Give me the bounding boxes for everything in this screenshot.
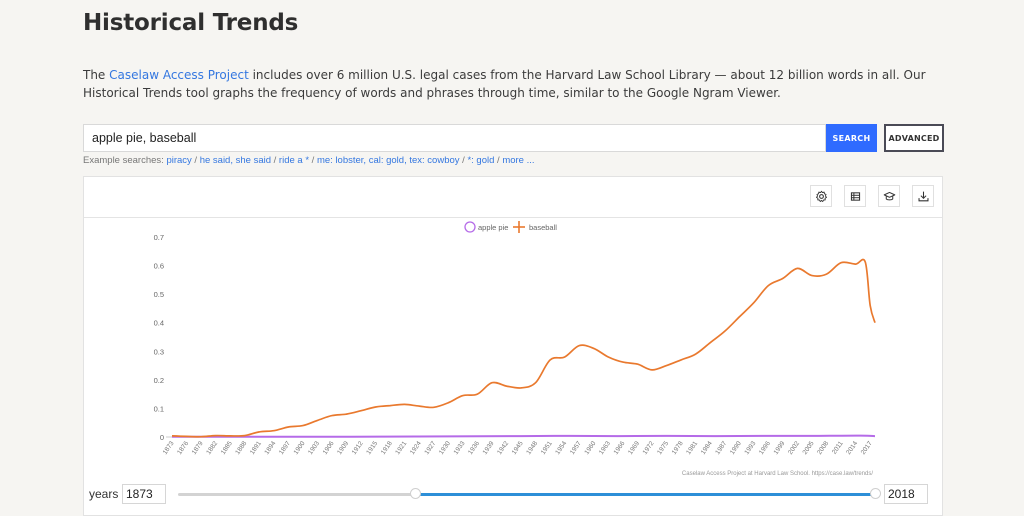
y-tick-label: 0.7 [154, 233, 164, 242]
x-tick-label: 1924 [409, 440, 423, 456]
x-tick-label: 1996 [758, 440, 772, 456]
year-slider-selected-range [414, 493, 875, 496]
y-axis: 0 0.1 0.2 0.3 0.4 0.5 0.6 0.7 [154, 233, 172, 442]
y-tick-label: 0.1 [154, 404, 164, 413]
x-tick-label: 1981 [685, 440, 699, 456]
x-tick-label: 1891 [249, 440, 263, 456]
x-tick-label: 1978 [671, 440, 685, 456]
x-tick-label: 1933 [453, 440, 467, 456]
y-tick-label: 0.2 [154, 376, 164, 385]
legend-apple-pie-label[interactable]: apple pie [478, 223, 508, 232]
y-tick-label: 0.3 [154, 347, 164, 356]
x-tick-label: 2014 [845, 440, 859, 456]
y-tick-label: 0 [160, 433, 164, 442]
x-tick-label: 1942 [496, 440, 510, 456]
x-tick-label: 1966 [612, 440, 626, 456]
x-tick-label: 1963 [598, 440, 612, 456]
x-tick-label: 1906 [322, 440, 336, 456]
x-tick-label: 1975 [656, 440, 670, 456]
x-tick-label: 1876 [176, 440, 190, 456]
chart-credit: Caselaw Access Project at Harvard Law Sc… [682, 471, 873, 477]
legend-baseball-label[interactable]: baseball [529, 223, 557, 232]
x-tick-label: 1969 [627, 440, 641, 456]
x-tick-label: 2002 [787, 440, 801, 456]
trend-chart: apple pie baseball 0 0.1 0.2 0.3 0.4 0.5 0.6 0.… [154, 221, 876, 477]
x-tick-label: 1912 [351, 440, 365, 456]
x-tick-label: 1888 [234, 440, 248, 456]
x-tick-label: 1882 [205, 440, 219, 456]
x-tick-label: 1993 [743, 440, 757, 456]
x-tick-label: 1915 [365, 440, 379, 456]
x-tick-label: 1873 [162, 440, 176, 456]
x-tick-label: 1930 [438, 440, 452, 456]
x-tick-label: 1918 [380, 440, 394, 456]
x-tick-label: 1951 [540, 440, 554, 456]
x-tick-label: 1987 [714, 440, 728, 456]
x-tick-label: 1879 [191, 440, 205, 456]
year-slider-end-handle[interactable] [870, 488, 881, 499]
legend-apple-pie-marker [464, 221, 476, 233]
x-tick-label: 1954 [554, 440, 568, 456]
years-label: years [89, 487, 119, 501]
series-line-apple-pie[interactable] [171, 434, 876, 438]
chart-legend: apple pie baseball [464, 221, 557, 233]
x-tick-label: 1945 [511, 440, 525, 456]
x-tick-label: 1921 [394, 440, 408, 456]
x-tick-label: 1957 [569, 440, 583, 456]
x-tick-label: 1984 [700, 440, 714, 456]
x-tick-label: 1885 [220, 440, 234, 456]
x-tick-label: 1972 [642, 440, 656, 456]
x-tick-label: 1894 [263, 440, 277, 456]
start-year-input[interactable] [122, 484, 166, 504]
x-tick-label: 1897 [278, 440, 292, 456]
x-tick-label: 1903 [307, 440, 321, 456]
y-tick-label: 0.4 [154, 319, 164, 328]
y-tick-label: 0.6 [154, 262, 164, 271]
x-tick-label: 2011 [831, 440, 845, 456]
x-tick-label: 1999 [772, 440, 786, 456]
x-tick-label: 2017 [860, 440, 874, 456]
end-year-input[interactable] [884, 484, 928, 504]
x-tick-label: 1939 [482, 440, 496, 456]
series-line-baseball[interactable] [171, 258, 876, 438]
x-tick-label: 1909 [336, 440, 350, 456]
x-tick-label: 2005 [802, 440, 816, 456]
x-axis: 1873 1876 1879 1882 1885 1888 1891 1894 1897 1900… [162, 440, 874, 456]
x-tick-label: 1960 [583, 440, 597, 456]
y-tick-label: 0.5 [154, 290, 164, 299]
x-tick-label: 1936 [467, 440, 481, 456]
x-tick-label: 1990 [729, 440, 743, 456]
x-tick-label: 1927 [423, 440, 437, 456]
x-tick-label: 1948 [525, 440, 539, 456]
x-tick-label: 1900 [293, 440, 307, 456]
year-slider-start-handle[interactable] [409, 488, 421, 499]
x-tick-label: 2008 [816, 440, 830, 456]
series-group [171, 258, 876, 438]
